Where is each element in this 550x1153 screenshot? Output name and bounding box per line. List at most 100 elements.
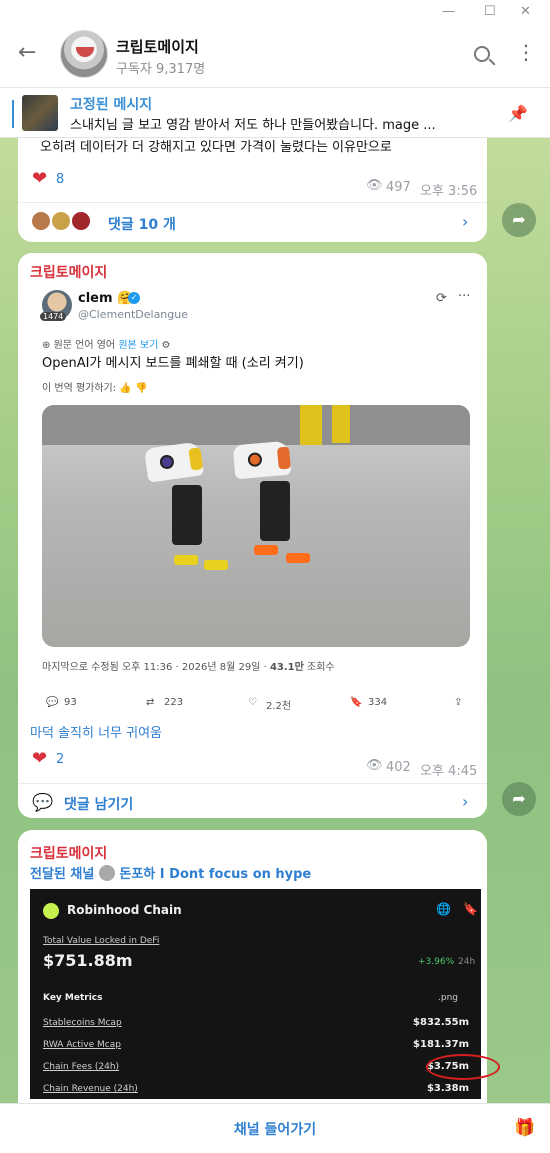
view-count: 402 xyxy=(386,760,411,775)
yellow-post xyxy=(300,405,322,445)
metric-label: Stablecoins Mcap xyxy=(43,1018,122,1028)
rate-translation-label: 이 번역 평가하기: xyxy=(42,383,117,394)
tweet-views-label: 조회수 xyxy=(307,662,335,673)
heart-icon[interactable]: ❤ xyxy=(32,748,47,769)
subscriber-count: 구독자 9,317명 xyxy=(116,62,206,77)
retweet-count: 223 xyxy=(164,697,184,708)
reaction-count: 2 xyxy=(56,752,65,767)
tweet-author-name[interactable]: clem 🤗 xyxy=(78,291,133,306)
chevron-right-icon[interactable]: › xyxy=(462,792,468,811)
bookmark-icon: 🔖 xyxy=(463,902,478,916)
commenter-avatar xyxy=(70,210,92,232)
sync-icon[interactable]: ⟳ xyxy=(436,291,447,306)
view-original-link[interactable]: 원본 보기 xyxy=(118,340,158,351)
comment-icon[interactable]: 💬 xyxy=(32,793,53,813)
more-options-icon[interactable]: ⋮ xyxy=(516,42,536,62)
tweet-views: 43.1만 xyxy=(269,662,304,673)
forwarded-channel-avatar xyxy=(98,865,115,881)
minimize-button[interactable]: — xyxy=(442,4,455,19)
divider xyxy=(18,783,487,784)
close-button[interactable]: ✕ xyxy=(520,4,531,19)
globe-icon: ⊕ xyxy=(42,340,54,351)
like-icon[interactable]: ♡ xyxy=(248,697,257,708)
forwarded-channel-name[interactable]: 돈포하 I Dont focus on hype xyxy=(119,867,311,882)
join-channel-button[interactable]: 채널 들어가기 xyxy=(0,1119,550,1139)
robot-head xyxy=(143,441,205,483)
red-highlight-circle xyxy=(426,1054,500,1080)
bottom-bar: 채널 들어가기 🎁 xyxy=(0,1103,550,1153)
reply-count: 93 xyxy=(64,697,77,708)
reaction-count: 8 xyxy=(56,172,65,187)
chevron-right-icon[interactable]: › xyxy=(462,212,468,231)
reply-icon[interactable]: 💬 xyxy=(46,697,58,708)
thumbs-up-icon[interactable]: 👍 xyxy=(119,383,131,394)
verified-icon: ✓ xyxy=(128,292,140,304)
settings-icon[interactable]: ⚙ xyxy=(161,340,170,351)
like-count: 2.2천 xyxy=(266,701,292,712)
robot-foot xyxy=(254,545,278,555)
bookmark-icon[interactable]: 🔖 xyxy=(350,697,362,708)
tweet-text: OpenAI가 메시지 보드를 폐쇄할 때 (소리 켜기) xyxy=(42,356,304,371)
maximize-button[interactable]: ☐ xyxy=(484,4,496,19)
metric-label: Chain Fees (24h) xyxy=(43,1062,120,1072)
globe-icon: 🌐 xyxy=(436,902,451,916)
thumbs-down-icon[interactable]: 👎 xyxy=(135,383,147,394)
pinned-message-bar[interactable]: 고정된 메시지 스내치님 글 보고 영감 받아서 저도 하나 만들어봤습니다. … xyxy=(0,88,550,138)
message-time: 오후 4:45 xyxy=(420,764,478,779)
tvl-change: +3.96% xyxy=(418,957,455,967)
channel-header: — ☐ ✕ ← 크립토메이지 구독자 9,317명 ⋮ xyxy=(0,0,550,88)
share-button[interactable]: ➦ xyxy=(502,782,536,816)
pinned-text: 스내치님 글 보고 영감 받아서 저도 하나 만들어봤습니다. mage ... xyxy=(70,118,436,133)
views-icon: 👁 xyxy=(366,758,383,773)
tweet-badge: 1474 xyxy=(40,312,67,321)
view-count: 497 xyxy=(386,180,411,195)
search-icon[interactable] xyxy=(474,46,490,62)
tweet-handle[interactable]: @ClementDelangue xyxy=(78,308,188,321)
translation-note: ⊕ 원문 언어 영어 원본 보기 ⚙ xyxy=(42,336,170,351)
metric-value: $3.38m xyxy=(426,1083,469,1094)
robot-body xyxy=(172,485,202,545)
message-card: 크립토메이지 1474 clem 🤗 ✓ @ClementDelangue ⟳ … xyxy=(18,253,487,818)
message-card: 크립토메이지 전달된 채널 돈포하 I Dont focus on hype R… xyxy=(18,830,500,1130)
share-tweet-icon[interactable]: ⇪ xyxy=(454,697,462,708)
sender-name[interactable]: 크립토메이지 xyxy=(30,262,107,282)
comments-link[interactable]: 댓글 10 개 xyxy=(108,214,176,234)
robinhood-chain-image[interactable]: Robinhood Chain 🌐 🔖 Total Value Locked i… xyxy=(30,889,500,1099)
yellow-post xyxy=(332,405,350,443)
divider xyxy=(18,202,487,203)
bookmark-count: 334 xyxy=(368,697,388,708)
heart-icon[interactable]: ❤ xyxy=(32,168,47,189)
commenter-avatar xyxy=(30,210,52,232)
metric-value: $181.37m xyxy=(413,1039,469,1050)
share-button[interactable]: ➦ xyxy=(502,203,536,237)
robot-accent xyxy=(188,447,204,471)
views-icon: 👁 xyxy=(366,178,383,193)
leave-comment-link[interactable]: 댓글 남기기 xyxy=(64,794,133,814)
retweet-icon[interactable]: ⇄ xyxy=(146,697,154,708)
tweet-video[interactable] xyxy=(42,405,470,647)
tvl-change-period: 24h xyxy=(458,957,476,967)
tvl-value: $751.88m xyxy=(43,951,133,970)
sender-name[interactable]: 크립토메이지 xyxy=(30,843,107,863)
channel-title[interactable]: 크립토메이지 xyxy=(116,36,199,57)
tweet-edited-time: 마지막으로 수정됨 오후 11:36 · 2026년 8월 29일 · xyxy=(42,662,267,673)
forwarded-label: 전달된 채널 xyxy=(30,867,95,882)
message-card: 오히려 데이터가 더 강해지고 있다면 가격이 눌렸다는 이유만으로 ❤ 8 👁… xyxy=(18,138,487,242)
robot-foot xyxy=(204,560,228,570)
robot-head xyxy=(232,440,292,480)
gift-icon[interactable]: 🎁 xyxy=(514,1118,535,1138)
back-arrow-icon[interactable]: ← xyxy=(18,40,36,65)
message-time: 오후 3:56 xyxy=(420,184,478,199)
chain-title: Robinhood Chain xyxy=(67,903,182,917)
tweet-timestamp: 마지막으로 수정됨 오후 11:36 · 2026년 8월 29일 · 43.1… xyxy=(42,658,335,673)
forwarded-from[interactable]: 전달된 채널 돈포하 I Dont focus on hype xyxy=(30,863,311,882)
robot-eye xyxy=(247,452,263,468)
unpin-icon[interactable]: 📌 xyxy=(508,104,528,123)
more-icon[interactable]: ··· xyxy=(458,289,470,304)
robot-accent xyxy=(276,446,291,470)
key-metrics-heading: Key Metrics xyxy=(43,993,103,1003)
channel-avatar[interactable] xyxy=(60,30,108,78)
robinhood-feather-icon xyxy=(43,903,59,919)
source-language: 원문 언어 영어 xyxy=(53,340,116,351)
background-wall xyxy=(42,405,470,445)
